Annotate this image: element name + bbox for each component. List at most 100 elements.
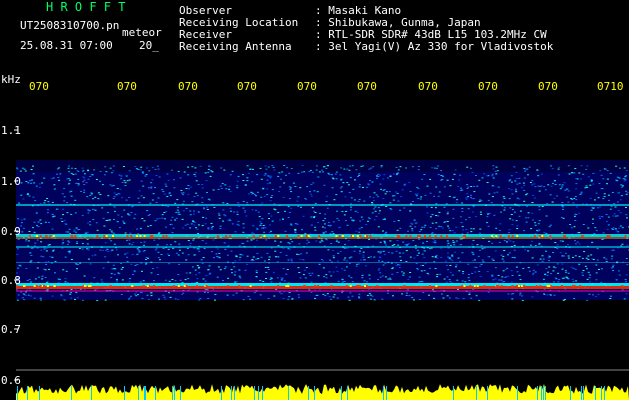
noise-speckle (373, 256, 376, 258)
noise-speckle (207, 169, 210, 170)
noise-speckle (546, 294, 549, 296)
noise-speckle (202, 216, 205, 218)
noise-speckle (387, 278, 390, 280)
noise-speckle (284, 230, 287, 232)
noise-speckle (83, 184, 86, 186)
noise-speckle (183, 171, 186, 173)
signal-dot (45, 235, 48, 237)
noise-speckle (576, 241, 579, 243)
noise-speckle (379, 174, 381, 176)
noise-speckle (326, 293, 329, 295)
noise-speckle (503, 197, 506, 199)
noise-speckle (238, 275, 241, 277)
signal-dot (36, 235, 38, 237)
signal-dot (483, 285, 486, 287)
noise-speckle (25, 267, 28, 269)
power-spike (543, 386, 544, 400)
noise-speckle (255, 276, 258, 278)
noise-speckle (383, 253, 386, 255)
time-tick: 070 (418, 80, 438, 93)
noise-speckle (460, 187, 462, 189)
noise-speckle (557, 281, 560, 283)
noise-speckle (575, 199, 578, 201)
noise-speckle (622, 185, 624, 187)
noise-speckle (599, 217, 601, 219)
noise-speckle (336, 297, 339, 299)
noise-speckle (45, 264, 48, 265)
noise-speckle (218, 217, 221, 219)
noise-speckle (252, 232, 255, 234)
power-spike (258, 386, 259, 400)
noise-speckle (87, 258, 90, 260)
noise-speckle (589, 197, 592, 199)
noise-speckle (527, 217, 530, 219)
noise-speckle (305, 198, 308, 200)
noise-speckle (182, 200, 185, 202)
noise-speckle (539, 258, 542, 260)
noise-speckle (537, 175, 540, 177)
noise-speckle (188, 188, 190, 190)
noise-speckle (592, 259, 595, 260)
noise-speckle (228, 188, 231, 190)
noise-speckle (480, 200, 483, 202)
noise-speckle (103, 225, 106, 227)
noise-speckle (372, 199, 375, 201)
noise-speckle (290, 259, 293, 261)
noise-speckle (96, 229, 99, 231)
noise-speckle (20, 219, 23, 221)
noise-speckle (83, 179, 86, 181)
noise-speckle (290, 168, 293, 169)
noise-speckle (412, 240, 415, 242)
noise-speckle (492, 259, 495, 261)
noise-speckle (358, 297, 361, 299)
noise-speckle (347, 240, 350, 242)
noise-speckle (426, 185, 429, 187)
noise-speckle (145, 174, 148, 175)
noise-speckle (440, 179, 443, 181)
noise-speckle (109, 229, 111, 231)
noise-speckle (40, 241, 43, 243)
noise-speckle (198, 266, 201, 268)
signal-dot (621, 285, 624, 287)
noise-speckle (196, 281, 199, 283)
noise-speckle (510, 189, 513, 191)
noise-speckle (534, 271, 537, 273)
noise-speckle (29, 252, 32, 254)
noise-speckle (109, 167, 112, 169)
noise-speckle (361, 274, 364, 276)
noise-speckle (138, 202, 141, 204)
noise-speckle (316, 191, 319, 193)
noise-speckle (595, 264, 598, 266)
noise-speckle (616, 215, 619, 217)
noise-speckle (374, 206, 377, 208)
noise-speckle (625, 214, 628, 216)
noise-speckle (141, 218, 144, 219)
noise-speckle (557, 168, 560, 170)
noise-speckle (592, 218, 594, 220)
noise-speckle (413, 257, 416, 259)
noise-speckle (87, 209, 90, 211)
noise-speckle (318, 171, 321, 173)
noise-speckle (267, 266, 270, 268)
noise-speckle (397, 220, 400, 222)
signal-dot (417, 235, 419, 237)
noise-speckle (338, 227, 341, 229)
noise-speckle (473, 185, 476, 187)
noise-speckle (126, 239, 128, 241)
noise-speckle (395, 251, 398, 252)
noise-speckle (406, 243, 409, 245)
noise-speckle (446, 276, 449, 278)
noise-speckle (481, 177, 484, 179)
noise-speckle (429, 178, 432, 180)
noise-speckle (421, 226, 423, 228)
noise-speckle (112, 264, 115, 266)
noise-speckle (457, 257, 460, 259)
noise-speckle (553, 180, 556, 182)
noise-speckle (43, 177, 46, 179)
noise-speckle (403, 207, 406, 209)
noise-speckle (113, 192, 116, 194)
noise-speckle (417, 169, 420, 171)
noise-speckle (356, 263, 358, 265)
time-tick: 070 (357, 80, 377, 93)
noise-speckle (370, 256, 372, 258)
